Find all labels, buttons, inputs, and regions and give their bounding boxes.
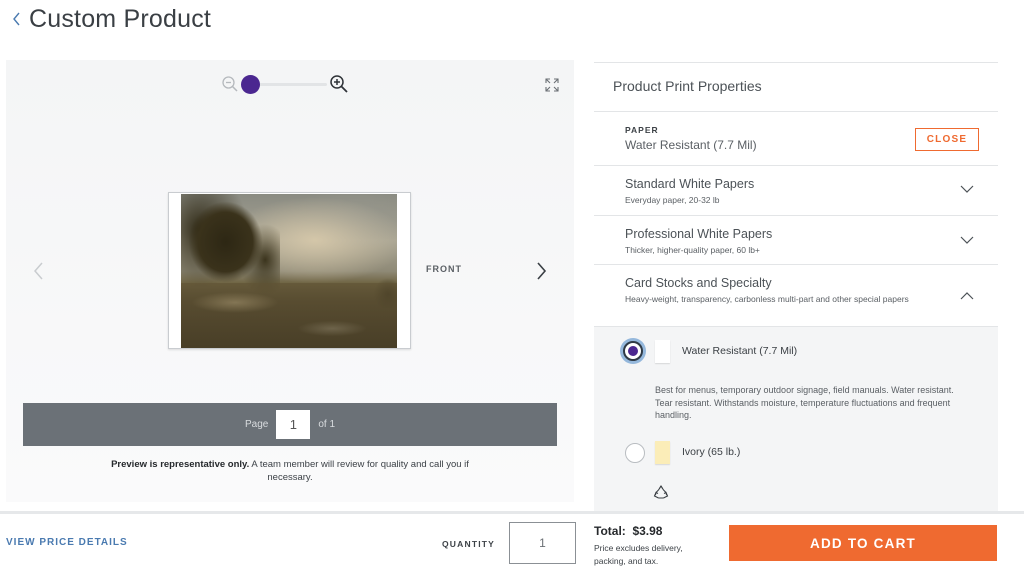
divider [594, 326, 998, 327]
category-card-stocks-and-specialty[interactable]: Card Stocks and Specialty Heavy-weight, … [594, 265, 998, 326]
expand-icon[interactable] [545, 78, 559, 92]
category-title: Standard White Papers [625, 177, 755, 191]
zoom-control [221, 74, 349, 94]
paper-options-list: Water Resistant (7.7 Mil) Best for menus… [594, 326, 998, 511]
view-price-details-link[interactable]: VIEW PRICE DETAILS [6, 537, 128, 548]
option-radio-ivory[interactable] [625, 443, 645, 463]
page-label: Page [244, 419, 269, 430]
chevron-left-icon [13, 12, 20, 26]
paper-label: PAPER [625, 125, 659, 135]
paper-value: Water Resistant (7.7 Mil) [625, 138, 757, 152]
divider [594, 62, 998, 63]
page-navigator: Page of 1 [23, 403, 557, 446]
option-label[interactable]: Water Resistant (7.7 Mil) [682, 345, 797, 357]
chevron-down-icon [960, 185, 974, 193]
divider [594, 111, 998, 112]
previous-page-button[interactable] [30, 260, 46, 282]
preview-disclaimer: Preview is representative only. A team m… [106, 458, 474, 484]
next-page-button[interactable] [534, 260, 550, 282]
side-label: FRONT [426, 264, 462, 274]
page-title: Custom Product [29, 4, 212, 33]
option-label[interactable]: Ivory (65 lb.) [682, 446, 740, 458]
preview-disclaimer-text: A team member will review for quality an… [249, 459, 469, 483]
category-title: Card Stocks and Specialty [625, 276, 772, 290]
page-count-label: of 1 [318, 419, 336, 430]
recycle-icon [653, 485, 669, 499]
close-button[interactable]: CLOSE [915, 128, 979, 151]
category-subtitle: Thicker, higher-quality paper, 60 lb+ [625, 245, 760, 255]
footer-divider [0, 511, 1024, 514]
back-button[interactable] [12, 12, 21, 26]
zoom-slider[interactable] [241, 74, 327, 94]
paper-swatch-white [655, 340, 670, 363]
category-standard-white-papers[interactable]: Standard White Papers Everyday paper, 20… [594, 166, 998, 215]
preview-panel: FRONT Page of 1 Preview is representativ… [6, 60, 574, 502]
option-description: Best for menus, temporary outdoor signag… [655, 385, 954, 420]
print-properties-panel: Product Print Properties PAPER Water Res… [594, 62, 998, 511]
document-preview[interactable] [168, 192, 411, 349]
preview-image [181, 194, 397, 348]
image-meadow [181, 283, 397, 348]
zoom-out-icon[interactable] [221, 75, 239, 93]
page-number-input[interactable] [276, 410, 311, 439]
category-subtitle: Heavy-weight, transparency, carbonless m… [625, 294, 909, 304]
total-price: Total: $3.98 [594, 524, 663, 538]
category-subtitle: Everyday paper, 20-32 lb [625, 195, 720, 205]
page-header: Custom Product [12, 2, 211, 36]
zoom-slider-thumb[interactable] [241, 75, 260, 94]
total-price-note: Price excludes delivery, packing, and ta… [594, 543, 683, 566]
add-to-cart-button[interactable]: ADD TO CART [729, 525, 997, 561]
quantity-label: QUANTITY [442, 539, 496, 549]
chevron-down-icon [960, 236, 974, 244]
category-professional-white-papers[interactable]: Professional White Papers Thicker, highe… [594, 216, 998, 265]
zoom-in-icon[interactable] [329, 74, 349, 94]
category-title: Professional White Papers [625, 227, 773, 241]
properties-title: Product Print Properties [613, 78, 762, 94]
preview-disclaimer-bold: Preview is representative only. [111, 459, 250, 470]
chevron-up-icon [960, 292, 974, 300]
quantity-input[interactable] [509, 522, 576, 564]
option-radio-water-resistant[interactable] [623, 341, 643, 361]
paper-swatch-ivory [655, 441, 670, 464]
